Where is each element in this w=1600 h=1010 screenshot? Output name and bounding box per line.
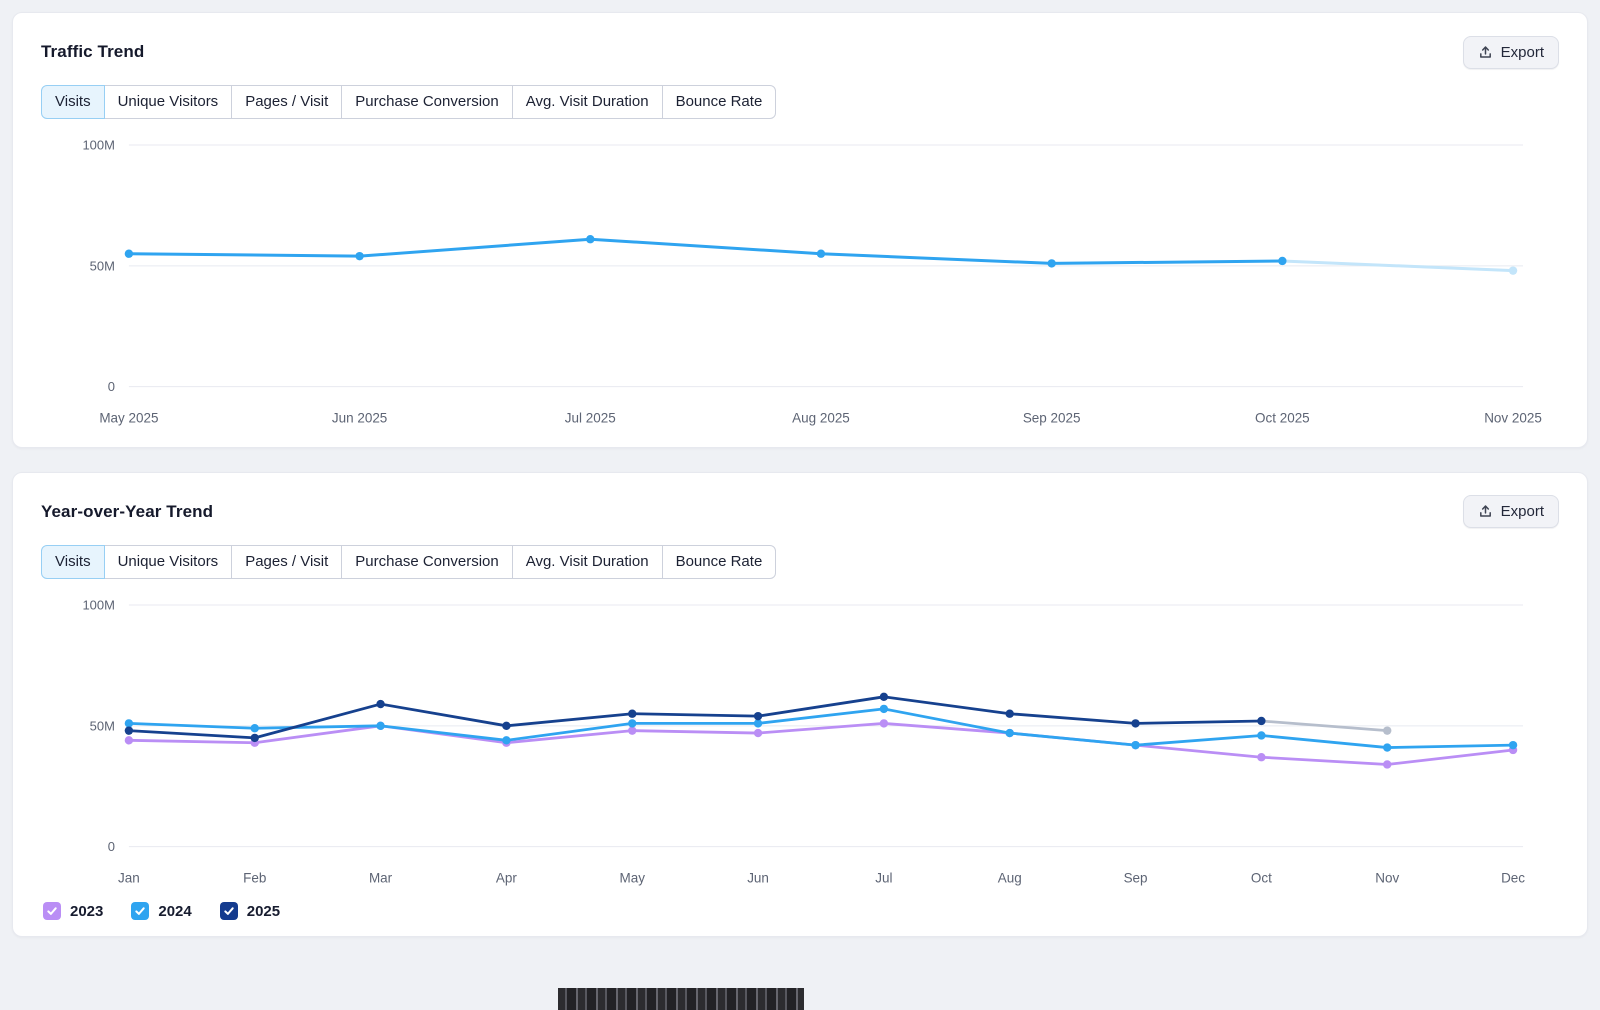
svg-text:Jun: Jun	[747, 870, 769, 885]
yoy-trend-tab-purchase-conversion[interactable]: Purchase Conversion	[341, 545, 512, 579]
legend-label-2023: 2023	[70, 903, 103, 920]
legend-label-2024: 2024	[158, 903, 191, 920]
traffic-trend-tab-avg-visit-duration[interactable]: Avg. Visit Duration	[512, 85, 663, 119]
svg-text:Jun 2025: Jun 2025	[332, 411, 387, 426]
traffic-trend-tab-pages-visit[interactable]: Pages / Visit	[231, 85, 342, 119]
svg-text:Dec: Dec	[1501, 870, 1525, 885]
svg-text:Mar: Mar	[369, 870, 393, 885]
yoy-trend-chart: 0 50M 100M Jan Feb Mar Apr May Jun Jul Aug Sep Oct No…	[41, 587, 1559, 891]
svg-text:Aug 2025: Aug 2025	[792, 411, 850, 426]
export-icon	[1478, 504, 1493, 519]
svg-text:Jan: Jan	[118, 870, 140, 885]
traffic-trend-tab-purchase-conversion[interactable]: Purchase Conversion	[341, 85, 512, 119]
yoy-trend-tab-pages-visit[interactable]: Pages / Visit	[231, 545, 342, 579]
yoy-trend-legend: 2023 2024 2025	[41, 902, 1559, 920]
svg-text:50M: 50M	[90, 718, 115, 733]
svg-text:100M: 100M	[82, 137, 114, 152]
svg-text:Aug: Aug	[998, 870, 1022, 885]
svg-text:Sep: Sep	[1124, 870, 1148, 885]
traffic-trend-title: Traffic Trend	[41, 42, 144, 62]
traffic-trend-metric-tabs: VisitsUnique VisitorsPages / VisitPurcha…	[41, 85, 776, 119]
checkbox-2025[interactable]	[220, 902, 238, 920]
traffic-trend-header: Traffic Trend Export	[41, 35, 1559, 69]
svg-text:Jul: Jul	[875, 870, 892, 885]
svg-text:50M: 50M	[90, 258, 115, 273]
traffic-trend-card: Traffic Trend Export VisitsUnique Visito…	[12, 12, 1588, 448]
svg-text:Feb: Feb	[243, 870, 266, 885]
yoy-trend-legend-item-2023[interactable]: 2023	[43, 902, 103, 920]
traffic-trend-tab-unique-visitors[interactable]: Unique Visitors	[104, 85, 233, 119]
svg-text:Apr: Apr	[496, 870, 517, 885]
svg-text:Jul 2025: Jul 2025	[565, 411, 616, 426]
svg-text:Sep 2025: Sep 2025	[1023, 411, 1081, 426]
cut-off-content	[558, 988, 804, 1010]
export-label: Export	[1501, 503, 1544, 520]
yoy-trend-metric-tabs: VisitsUnique VisitorsPages / VisitPurcha…	[41, 545, 776, 579]
svg-text:0: 0	[108, 379, 115, 394]
yoy-trend-tab-visits[interactable]: Visits	[41, 545, 105, 579]
yoy-trend-header: Year-over-Year Trend Export	[41, 495, 1559, 529]
yoy-trend-legend-item-2024[interactable]: 2024	[131, 902, 191, 920]
yoy-trend-tab-avg-visit-duration[interactable]: Avg. Visit Duration	[512, 545, 663, 579]
legend-label-2025: 2025	[247, 903, 280, 920]
yoy-trend-tab-bounce-rate[interactable]: Bounce Rate	[662, 545, 777, 579]
yoy-trend-title: Year-over-Year Trend	[41, 502, 213, 522]
svg-text:Nov 2025: Nov 2025	[1484, 411, 1542, 426]
checkbox-2023[interactable]	[43, 902, 61, 920]
svg-text:0: 0	[108, 839, 115, 854]
checkbox-2024[interactable]	[131, 902, 149, 920]
svg-text:May: May	[619, 870, 645, 885]
yoy-trend-card: Year-over-Year Trend Export VisitsUnique…	[12, 472, 1588, 938]
export-icon	[1478, 45, 1493, 60]
svg-text:100M: 100M	[82, 597, 114, 612]
traffic-trend-chart: 0 50M 100M May 2025 Jun 2025 Jul 2025 Aug 2025…	[41, 127, 1559, 431]
svg-text:May 2025: May 2025	[99, 411, 158, 426]
yoy-trend-legend-item-2025[interactable]: 2025	[220, 902, 280, 920]
yoy-trend-export-button[interactable]: Export	[1463, 495, 1559, 528]
traffic-trend-tab-bounce-rate[interactable]: Bounce Rate	[662, 85, 777, 119]
traffic-trend-tab-visits[interactable]: Visits	[41, 85, 105, 119]
export-label: Export	[1501, 44, 1544, 61]
svg-text:Oct: Oct	[1251, 870, 1272, 885]
yoy-trend-tab-unique-visitors[interactable]: Unique Visitors	[104, 545, 233, 579]
svg-text:Nov: Nov	[1375, 870, 1399, 885]
svg-text:Oct 2025: Oct 2025	[1255, 411, 1310, 426]
traffic-trend-export-button[interactable]: Export	[1463, 36, 1559, 69]
